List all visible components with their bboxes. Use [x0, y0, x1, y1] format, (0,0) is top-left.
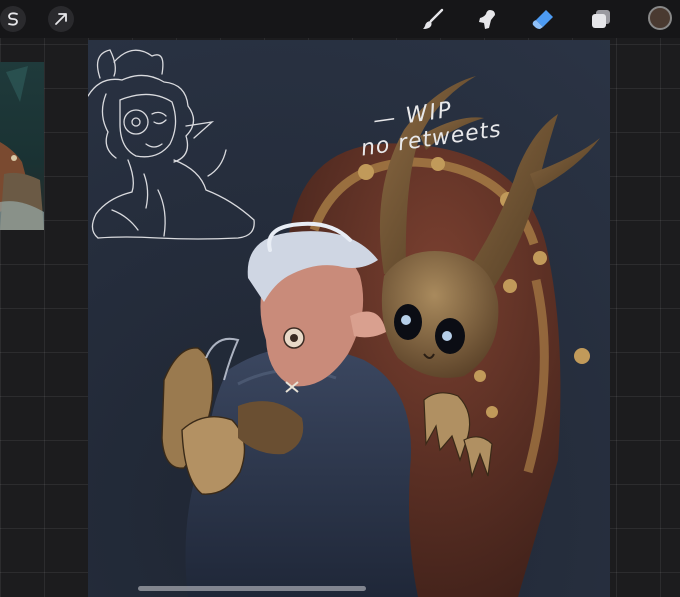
reference-image-content: [0, 66, 44, 230]
reference-image[interactable]: [0, 62, 44, 230]
drawing-canvas[interactable]: — WIP no retweets: [88, 40, 610, 597]
eraser-tool-button[interactable]: [530, 6, 556, 32]
eraser-icon: [532, 10, 553, 29]
brush-tool-button[interactable]: [420, 6, 446, 32]
color-picker-swatch[interactable]: [648, 6, 672, 30]
smudge-finger-icon: [479, 10, 495, 29]
transform-arrow-icon: [55, 13, 67, 25]
selection-s-icon: [8, 12, 18, 26]
home-indicator[interactable]: [138, 586, 366, 591]
transform-tool-button[interactable]: [48, 6, 74, 32]
selection-tool-button[interactable]: [0, 6, 26, 32]
layers-icon: [592, 10, 610, 28]
smudge-tool-button[interactable]: [474, 6, 500, 32]
top-toolbar: [0, 0, 680, 38]
layers-button[interactable]: [588, 6, 614, 32]
paint-brush-icon: [423, 8, 444, 29]
artwork: [88, 40, 610, 597]
